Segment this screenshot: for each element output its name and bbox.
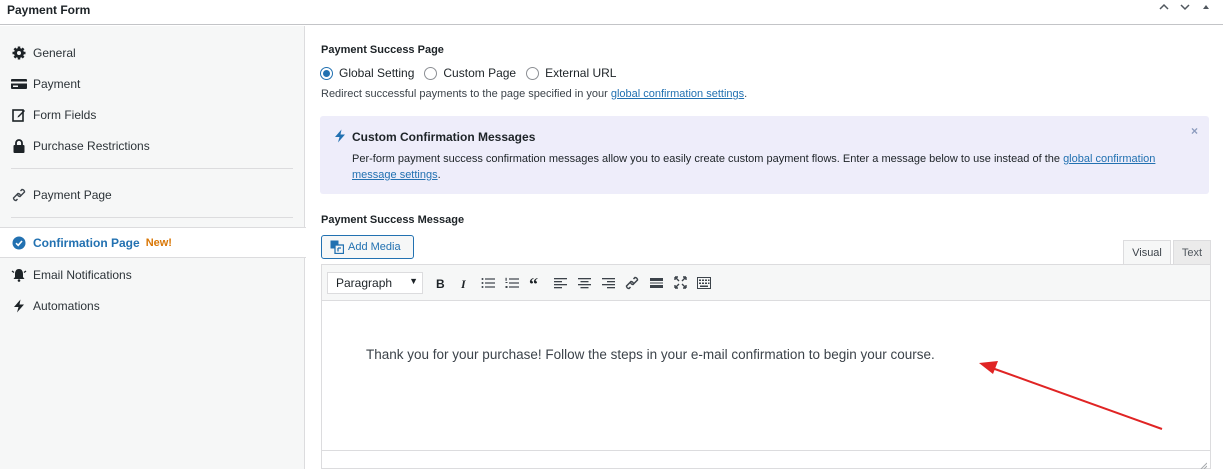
settings-sidebar: General Payment Form Fields Purchase Res… (0, 26, 306, 469)
resize-handle-icon[interactable] (1199, 458, 1208, 469)
blockquote-button[interactable]: “ (525, 272, 547, 294)
chevron-down-icon: ▼ (409, 275, 418, 286)
rich-text-editor: Paragraph ▼ B I “ Thank you for your pur… (321, 264, 1211, 469)
radio-dot[interactable] (320, 66, 333, 80)
bolt-icon (11, 298, 27, 314)
global-confirmation-settings-link[interactable]: global confirmation settings (611, 88, 744, 100)
success-message-label: Payment Success Message (321, 214, 465, 226)
add-media-button[interactable]: Add Media (321, 235, 414, 259)
add-media-label: Add Media (348, 241, 401, 253)
format-select-value: Paragraph (336, 275, 393, 290)
align-center-button[interactable] (573, 272, 595, 294)
sidebar-item-form-fields[interactable]: Form Fields (0, 99, 305, 130)
gear-icon (11, 45, 27, 61)
toolbar-toggle-icon[interactable] (693, 272, 715, 294)
editor-toolbar: Paragraph ▼ B I “ (322, 265, 1210, 301)
sidebar-item-label: General (33, 45, 76, 60)
sidebar-item-label: Payment (33, 76, 81, 91)
sidebar-item-general[interactable]: General (0, 37, 305, 68)
sidebar-item-label: Automations (33, 298, 100, 313)
align-left-button[interactable] (549, 272, 571, 294)
editor-content[interactable]: Thank you for your purchase! Follow the … (366, 347, 935, 362)
sidebar-item-label: Purchase Restrictions (33, 138, 150, 153)
radio-global-setting[interactable]: Global Setting (320, 66, 414, 80)
success-page-label: Payment Success Page (321, 44, 444, 56)
italic-button[interactable]: I (453, 272, 475, 294)
notice-title: Custom Confirmation Messages (352, 130, 536, 144)
radio-dot[interactable] (424, 66, 438, 80)
move-up-icon[interactable] (1157, 1, 1171, 16)
svg-text:B: B (436, 277, 445, 289)
new-badge: New! (145, 236, 172, 249)
sidebar-item-email-notifications[interactable]: Email Notifications (0, 259, 305, 290)
panel-header: Payment Form (0, 0, 1223, 25)
custom-confirmation-notice: Custom Confirmation Messages Per-form pa… (320, 116, 1209, 194)
sidebar-divider (11, 217, 293, 218)
sidebar-divider (11, 168, 293, 169)
sidebar-item-confirmation-page[interactable]: Confirmation Page New! (0, 227, 306, 258)
move-down-icon[interactable] (1178, 1, 1192, 16)
media-icon (330, 240, 344, 254)
sidebar-item-label: Confirmation Page (33, 235, 140, 250)
svg-text:“: “ (529, 277, 538, 289)
svg-text:I: I (460, 277, 467, 289)
close-icon[interactable]: × (1191, 124, 1198, 138)
main-panel: Payment Success Page Global Setting Cust… (306, 26, 1223, 469)
radio-label: Global Setting (339, 66, 415, 80)
radio-label: External URL (545, 66, 617, 80)
card-icon (11, 76, 27, 92)
sidebar-item-automations[interactable]: Automations (0, 290, 305, 321)
lock-icon (11, 138, 27, 154)
sidebar-item-payment-page[interactable]: Payment Page (0, 179, 305, 210)
panel-title: Payment Form (7, 3, 91, 17)
tab-text[interactable]: Text (1173, 240, 1211, 265)
notice-text: Per-form payment success confirmation me… (352, 153, 1064, 165)
sidebar-item-label: Payment Page (33, 187, 112, 202)
help-suffix: . (744, 88, 748, 100)
sidebar-item-label: Form Fields (33, 107, 97, 122)
fullscreen-icon[interactable] (669, 272, 691, 294)
bold-button[interactable]: B (429, 272, 451, 294)
radio-dot[interactable] (526, 66, 540, 80)
success-page-options: Global Setting Custom Page External URL (320, 66, 626, 80)
check-circle-icon (11, 235, 27, 251)
success-page-help: Redirect successful payments to the page… (321, 88, 747, 100)
tab-visual[interactable]: Visual (1123, 240, 1171, 265)
radio-custom-page[interactable]: Custom Page (424, 66, 516, 80)
radio-label: Custom Page (443, 66, 517, 80)
notice-body: Per-form payment success confirmation me… (352, 151, 1172, 183)
numbered-list-button[interactable] (501, 272, 523, 294)
bullet-list-button[interactable] (477, 272, 499, 294)
panel-controls (1157, 1, 1213, 16)
help-text: Redirect successful payments to the page… (321, 88, 611, 100)
edit-icon (11, 107, 27, 123)
insert-link-button[interactable] (621, 272, 643, 294)
sidebar-item-purchase-restrictions[interactable]: Purchase Restrictions (0, 130, 305, 161)
align-right-button[interactable] (597, 272, 619, 294)
sidebar-item-payment[interactable]: Payment (0, 68, 305, 99)
bolt-icon (334, 129, 346, 146)
bell-icon (11, 267, 27, 283)
sidebar-item-label: Email Notifications (33, 267, 132, 282)
radio-external-url[interactable]: External URL (526, 66, 616, 80)
read-more-button[interactable] (645, 272, 667, 294)
editor-statusbar (322, 450, 1210, 469)
notice-suffix: . (437, 169, 441, 181)
collapse-icon[interactable] (1199, 1, 1213, 16)
link-icon (11, 187, 27, 203)
format-select[interactable]: Paragraph ▼ (327, 271, 423, 294)
